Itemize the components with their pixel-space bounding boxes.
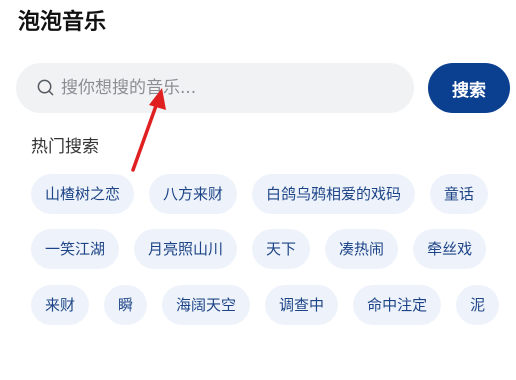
hot-search-tag[interactable]: 山楂树之恋: [31, 174, 135, 214]
hot-search-title: 热门搜索: [31, 137, 99, 157]
hot-search-tag[interactable]: 调查中: [265, 285, 339, 325]
hot-search-row-3: 来财 瞬 海阔天空 调查中 命中注定 泥: [31, 285, 500, 325]
hot-search-tag[interactable]: 天下: [252, 229, 311, 269]
hot-search-tag[interactable]: 白鸽乌鸦相爱的戏码: [252, 174, 416, 214]
hot-search-tag[interactable]: 八方来财: [149, 174, 238, 214]
hot-search-tag[interactable]: 一笑江湖: [31, 229, 120, 269]
hot-search-tag[interactable]: 凑热闹: [325, 229, 399, 269]
app-title: 泡泡音乐: [18, 10, 107, 35]
search-button[interactable]: 搜索: [428, 63, 510, 113]
hot-search-row-1: 山楂树之恋 八方来财 白鸽乌鸦相爱的戏码 童话: [31, 174, 489, 214]
hot-search-tag[interactable]: 命中注定: [353, 285, 442, 325]
hot-search-row-2: 一笑江湖 月亮照山川 天下 凑热闹 牵丝戏: [31, 229, 487, 269]
hot-search-tag[interactable]: 月亮照山川: [134, 229, 238, 269]
hot-search-tag[interactable]: 海阔天空: [162, 285, 251, 325]
hot-search-tag[interactable]: 瞬: [104, 285, 148, 325]
hot-search-tag[interactable]: 童话: [430, 174, 489, 214]
search-icon: [37, 79, 54, 96]
hot-search-tag[interactable]: 牵丝戏: [413, 229, 487, 269]
search-box[interactable]: [16, 63, 414, 113]
hot-search-tag[interactable]: 泥: [456, 285, 500, 325]
search-input[interactable]: [61, 63, 401, 113]
hot-search-tag[interactable]: 来财: [31, 285, 90, 325]
